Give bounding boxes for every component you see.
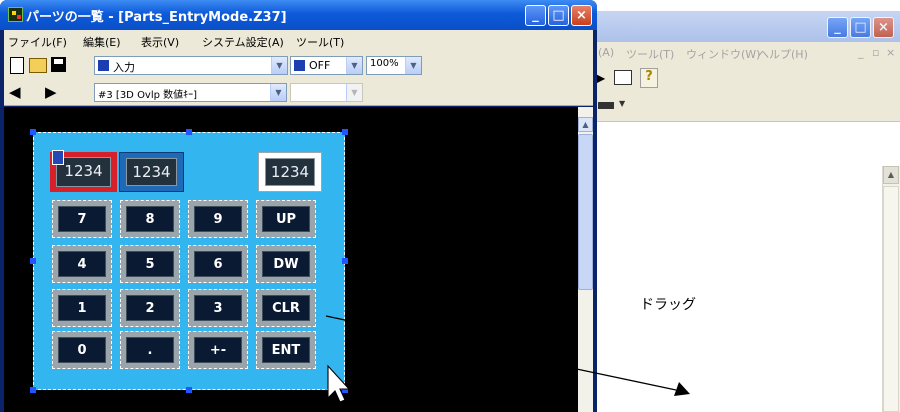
mouse-cursor-icon bbox=[327, 364, 351, 403]
drag-overlay bbox=[325, 315, 690, 403]
drag-arrow-line bbox=[325, 315, 677, 391]
drag-arrow-head-icon bbox=[674, 382, 690, 396]
